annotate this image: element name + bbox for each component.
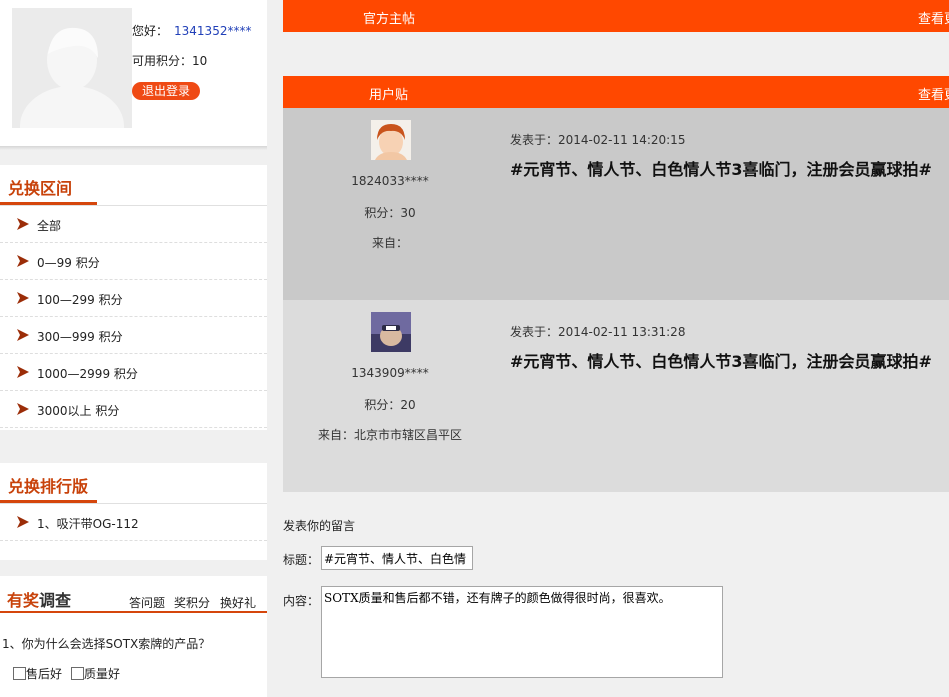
ranking-item-label: 1、吸汗带OG-112 xyxy=(37,517,139,531)
exchange-item-label: 300—999 积分 xyxy=(37,330,123,344)
post-username: 1343909**** xyxy=(351,366,429,380)
divider xyxy=(0,146,267,150)
post-location: 来自： xyxy=(371,236,408,250)
exchange-item[interactable]: 300—999 积分 xyxy=(0,317,267,354)
logout-button[interactable]: 退出登录 xyxy=(132,82,200,100)
view-more-link[interactable]: 查看更 xyxy=(918,8,949,27)
checkbox-after-sales[interactable] xyxy=(13,667,26,680)
divider xyxy=(0,611,267,613)
official-posts-title: 官方主帖 xyxy=(363,12,416,27)
user-id-link[interactable]: 1341352**** xyxy=(174,24,251,38)
exchange-item[interactable]: 全部 xyxy=(0,206,267,243)
content-textarea[interactable]: SOTX质量和售后都不错，还有牌子的颜色做得很时尚，很喜欢。 xyxy=(321,586,723,678)
view-more-link[interactable]: 查看更 xyxy=(918,84,949,103)
avatar xyxy=(371,312,411,352)
survey-title-accent: 有奖 xyxy=(7,591,40,610)
post-date: 发表于：2014-02-11 13:31:28 xyxy=(510,325,686,339)
exchange-range-panel: 兑换区间 全部 0—99 积分 100—299 积分 300—999 积分 10… xyxy=(0,165,267,430)
post-points: 积分：20 xyxy=(364,398,416,412)
post-title[interactable]: #元宵节、情人节、白色情人节3喜临门，注册会员赢球拍# xyxy=(510,158,949,182)
exchange-item-label: 100—299 积分 xyxy=(37,293,123,307)
post-item: 1343909**** 积分：20 来自：北京市市辖区昌平区 发表于：2014-… xyxy=(283,300,949,492)
exchange-item[interactable]: 0—99 积分 xyxy=(0,243,267,280)
available-points: 可用积分：10 xyxy=(132,54,208,68)
user-posts-title: 用户贴 xyxy=(369,88,409,103)
arrow-icon xyxy=(17,403,29,415)
panel-title-underline xyxy=(0,500,97,503)
exchange-item[interactable]: 100—299 积分 xyxy=(0,280,267,317)
panel-header: 兑换排行版 xyxy=(0,463,267,504)
exchange-item-label: 3000以上 积分 xyxy=(37,404,120,418)
post-username: 1824033**** xyxy=(351,174,429,188)
panel-title: 兑换区间 xyxy=(8,179,73,198)
official-posts-bar: 官方主帖 查看更 xyxy=(283,0,949,32)
post-points: 积分：30 xyxy=(364,206,416,220)
arrow-icon xyxy=(17,366,29,378)
arrow-icon xyxy=(17,255,29,267)
ranking-item[interactable]: 1、吸汗带OG-112 xyxy=(0,504,267,541)
compose-heading: 发表你的留言 xyxy=(283,519,356,533)
exchange-ranking-panel: 兑换排行版 1、吸汗带OG-112 xyxy=(0,463,267,560)
exchange-item-label: 1000—2999 积分 xyxy=(37,367,138,381)
sidebar: 您好： 1341352**** 可用积分：10 退出登录 兑换区间 全部 0—99… xyxy=(0,0,267,697)
arrow-icon xyxy=(17,329,29,341)
title-input[interactable] xyxy=(321,546,473,570)
survey-title: 有奖调查 xyxy=(7,587,71,611)
exchange-item[interactable]: 3000以上 积分 xyxy=(0,391,267,428)
panel-header: 兑换区间 xyxy=(0,165,267,206)
checkbox-quality[interactable] xyxy=(71,667,84,680)
avatar-placeholder-icon xyxy=(12,8,132,128)
post-date: 发表于：2014-02-11 14:20:15 xyxy=(510,133,686,147)
user-posts-bar: 用户贴 查看更 xyxy=(283,76,949,108)
survey-title-rest: 调查 xyxy=(39,591,72,610)
avatar xyxy=(12,8,132,128)
content-label: 内容： xyxy=(283,594,320,608)
post-item: 1824033**** 积分：30 来自： 发表于：2014-02-11 14:… xyxy=(283,108,949,300)
post-title[interactable]: #元宵节、情人节、白色情人节3喜临门，注册会员赢球拍# xyxy=(510,350,949,374)
arrow-icon xyxy=(17,218,29,230)
post-location: 来自：北京市市辖区昌平区 xyxy=(317,428,462,442)
arrow-icon xyxy=(17,292,29,304)
exchange-item[interactable]: 1000—2999 积分 xyxy=(0,354,267,391)
user-info-box: 您好： 1341352**** 可用积分：10 退出登录 xyxy=(0,0,267,147)
checkbox-label: 质量好 xyxy=(84,667,121,681)
checkbox-label: 售后好 xyxy=(26,667,63,681)
user-avatar-icon xyxy=(371,120,411,160)
panel-title-underline xyxy=(0,202,97,205)
exchange-item-label: 全部 xyxy=(37,219,62,233)
greeting-label: 您好： xyxy=(132,24,169,38)
greeting: 您好： 1341352**** xyxy=(132,22,251,39)
panel-title: 兑换排行版 xyxy=(8,477,89,496)
exchange-item-label: 0—99 积分 xyxy=(37,256,100,270)
avatar xyxy=(371,120,411,160)
user-avatar-icon xyxy=(371,312,411,352)
survey-link-points[interactable]: 奖积分 xyxy=(174,594,210,611)
arrow-icon xyxy=(17,516,29,528)
title-label: 标题： xyxy=(283,553,320,567)
survey-question: 1、你为什么会选择SOTX索牌的产品？ xyxy=(2,637,211,651)
survey-panel: 有奖调查 答问题 奖积分 换好礼 1、你为什么会选择SOTX索牌的产品？ 售后好… xyxy=(0,576,267,697)
survey-link-gift[interactable]: 换好礼 xyxy=(220,594,256,611)
survey-link-answer[interactable]: 答问题 xyxy=(129,594,165,611)
